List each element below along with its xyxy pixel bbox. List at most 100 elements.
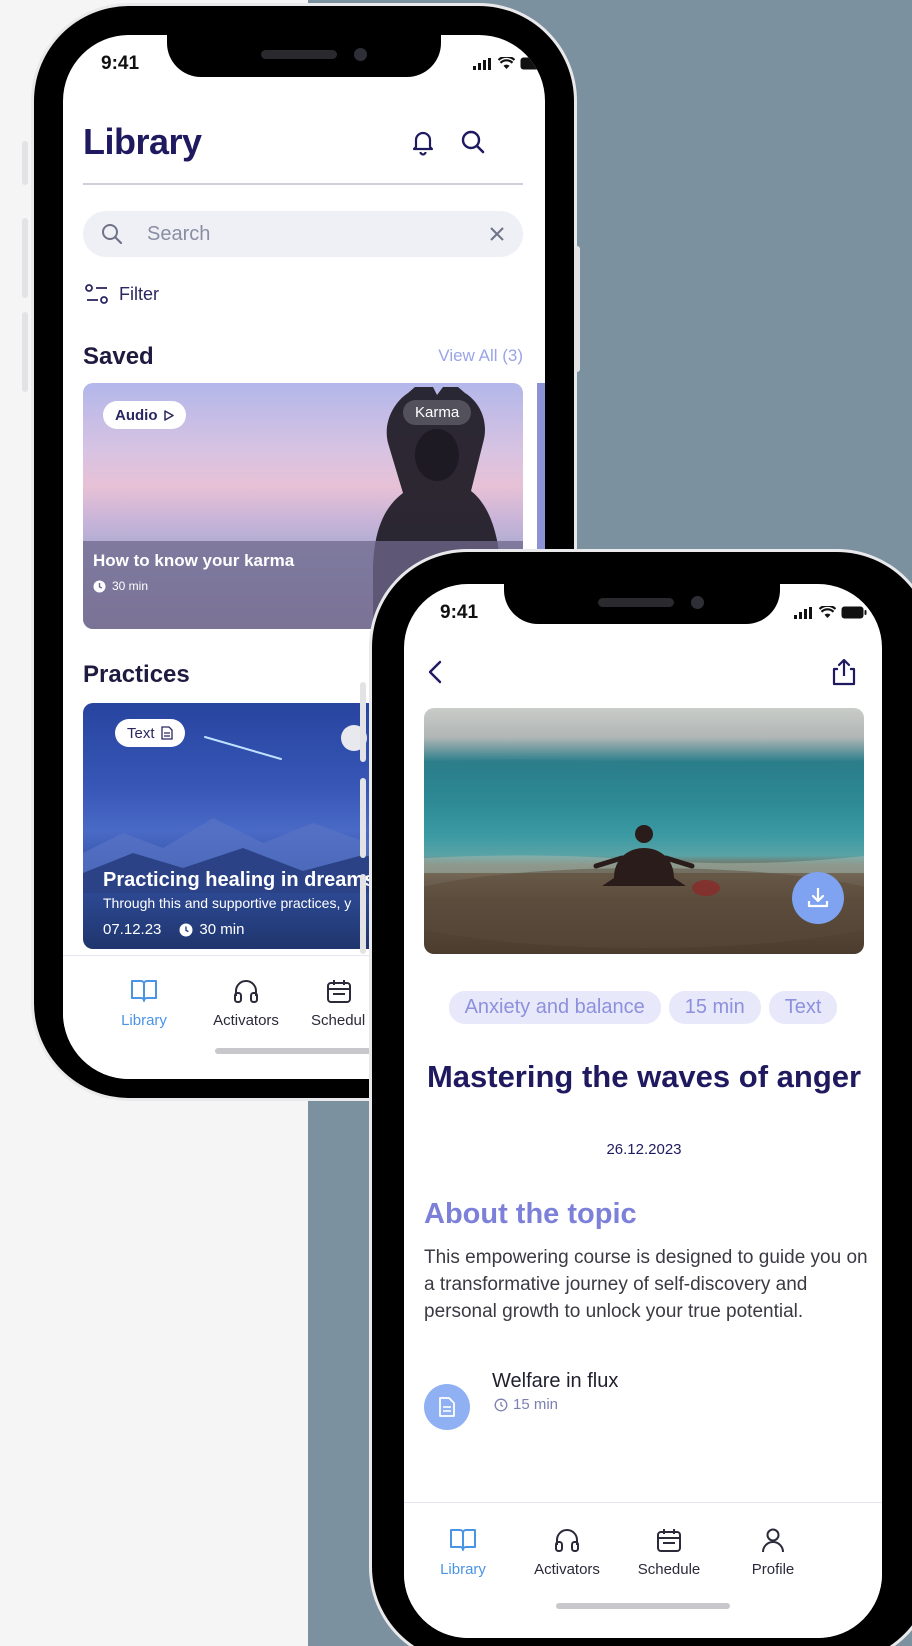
download-button[interactable] <box>792 872 844 924</box>
clock-icon <box>494 1398 508 1411</box>
tab-activators-label: Activators <box>213 1012 279 1029</box>
headphones-icon <box>555 1529 579 1552</box>
tab-library-label: Library <box>440 1561 486 1578</box>
volume-down-button <box>22 312 28 392</box>
home-indicator <box>215 1048 395 1054</box>
clear-icon[interactable] <box>489 226 505 242</box>
detail-screen: 9:41 Anxiety and balance 15 min Text Mas… <box>404 584 882 1638</box>
related-item-title[interactable]: Welfare in flux <box>492 1370 618 1393</box>
clock-icon <box>93 580 106 592</box>
side-button-2 <box>360 778 366 858</box>
about-text: This empowering course is designed to gu… <box>424 1247 868 1322</box>
beach-scene <box>424 759 864 948</box>
notch <box>167 35 441 77</box>
back-icon[interactable] <box>424 658 448 686</box>
book-icon <box>131 980 157 1002</box>
tab-activators[interactable]: Activators <box>522 1527 612 1578</box>
clock-icon <box>179 923 193 936</box>
view-all-link[interactable]: View All (3) <box>438 346 523 366</box>
search-icon[interactable] <box>458 127 488 157</box>
speaker <box>598 598 674 607</box>
wifi-icon <box>819 606 836 618</box>
tab-activators-label: Activators <box>534 1561 600 1578</box>
status-time: 9:41 <box>440 602 479 623</box>
status-icons <box>473 57 545 70</box>
text-badge: Text <box>115 719 185 747</box>
card-duration: 30 min <box>93 579 148 593</box>
related-item-meta: 15 min <box>494 1396 558 1413</box>
bell-icon[interactable] <box>408 127 438 157</box>
download-icon <box>807 888 829 908</box>
signal-icon <box>794 606 812 619</box>
detail-title: Mastering the waves of anger <box>426 1059 862 1094</box>
practice-duration: 30 min <box>179 921 244 938</box>
practice-subtitle: Through this and supportive practices, y <box>103 895 352 911</box>
tab-bar: Library Activators Schedule Profile <box>404 1502 882 1638</box>
power-button <box>574 246 580 372</box>
search-icon <box>102 224 123 245</box>
practice-meta: 07.12.23 30 min <box>103 921 244 938</box>
saved-title: Saved <box>83 343 154 370</box>
card-duration-text: 30 min <box>112 579 149 593</box>
audio-badge-label: Audio <box>115 406 158 424</box>
tab-activators[interactable]: Activators <box>201 978 291 1029</box>
battery-icon <box>520 57 545 70</box>
user-icon <box>762 1528 784 1553</box>
filter-icon <box>85 284 108 304</box>
practice-date: 07.12.23 <box>103 921 162 938</box>
volume-up-button <box>22 218 28 298</box>
tab-library[interactable]: Library <box>99 978 189 1029</box>
karma-tag: Karma <box>403 400 472 425</box>
share-icon[interactable] <box>828 656 860 688</box>
document-icon <box>439 1397 455 1417</box>
practices-title: Practices <box>83 661 190 688</box>
camera <box>691 596 704 609</box>
audio-badge: Audio <box>103 401 186 429</box>
battery-icon <box>841 606 867 619</box>
hero-image <box>424 708 864 954</box>
camera <box>354 48 367 61</box>
search-placeholder: Search <box>147 223 211 245</box>
headphones-icon <box>234 980 258 1003</box>
tag-list: Anxiety and balance 15 min Text <box>404 991 882 1024</box>
related-item-duration: 15 min <box>513 1396 559 1413</box>
search-input[interactable]: Search <box>83 211 523 257</box>
status-time: 9:41 <box>101 53 140 74</box>
tab-profile[interactable]: Profile <box>728 1527 818 1578</box>
wifi-icon <box>498 57 515 69</box>
filter-label: Filter <box>119 283 159 304</box>
related-item-icon[interactable] <box>424 1384 470 1430</box>
speaker <box>261 50 337 59</box>
detail-phone: 9:41 Anxiety and balance 15 min Text Mas… <box>360 552 912 1646</box>
side-button-3 <box>360 874 366 954</box>
home-indicator <box>556 1603 730 1609</box>
card-title: How to know your karma <box>93 551 295 570</box>
side-button-1 <box>360 682 366 762</box>
play-icon <box>163 409 174 421</box>
calendar-icon <box>327 980 351 1003</box>
tab-profile-label: Profile <box>751 1561 795 1578</box>
tag-duration[interactable]: 15 min <box>668 991 761 1024</box>
calendar-icon <box>657 1529 681 1552</box>
book-icon <box>450 1529 476 1551</box>
signal-icon <box>473 57 491 70</box>
text-badge-label: Text <box>127 724 155 742</box>
filter-button[interactable]: Filter <box>85 283 159 305</box>
tab-library-label: Library <box>121 1012 167 1029</box>
tab-schedule-label: Schedule <box>637 1561 701 1578</box>
tag-topic[interactable]: Anxiety and balance <box>448 991 661 1024</box>
about-title: About the topic <box>424 1198 637 1230</box>
shooting-star <box>204 736 282 760</box>
tag-type[interactable]: Text <box>768 991 838 1024</box>
mute-switch <box>22 141 28 185</box>
document-icon <box>160 726 173 740</box>
practice-duration-text: 30 min <box>199 921 245 938</box>
practice-title: Practicing healing in dreams <box>103 869 376 891</box>
tab-schedule-label: Schedul <box>311 1012 366 1029</box>
status-icons <box>794 606 867 619</box>
page-title: Library <box>83 121 202 162</box>
tab-library[interactable]: Library <box>418 1527 508 1578</box>
tab-schedule[interactable]: Schedule <box>624 1527 714 1578</box>
header-divider <box>83 183 523 185</box>
detail-date: 26.12.2023 <box>606 1141 682 1158</box>
